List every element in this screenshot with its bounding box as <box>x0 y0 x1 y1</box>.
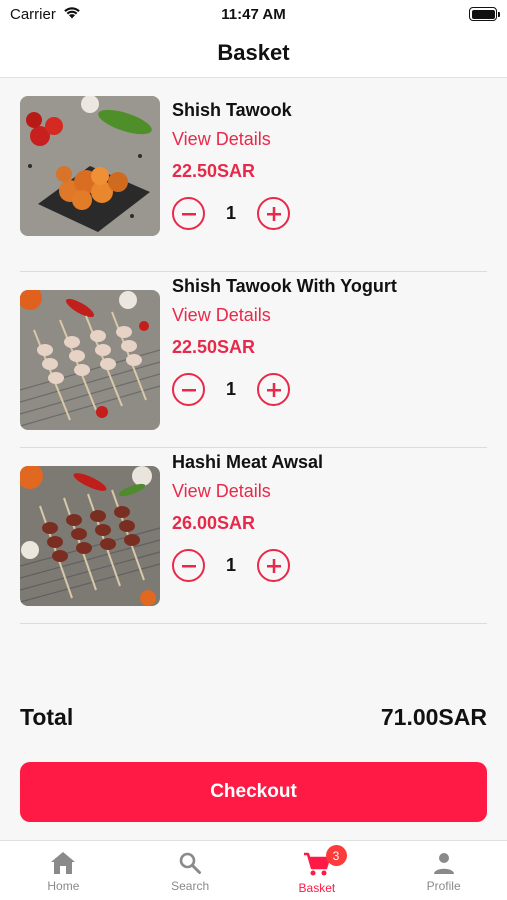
wifi-icon <box>62 5 82 23</box>
quantity-stepper: 1 <box>172 197 290 230</box>
total-row: Total 71.00SAR <box>20 704 487 731</box>
basket-item: Shish Tawook With Yogurt View Details 22… <box>20 272 487 448</box>
home-icon <box>51 852 76 874</box>
status-left: Carrier <box>10 5 82 23</box>
increase-button[interactable] <box>257 373 290 406</box>
tab-search[interactable]: Search <box>127 841 254 900</box>
decrease-button[interactable] <box>172 197 205 230</box>
item-image[interactable] <box>20 466 160 606</box>
basket-item: Hashi Meat Awsal View Details 26.00SAR 1 <box>20 448 487 624</box>
quantity-value: 1 <box>225 379 236 399</box>
total-value: 71.00SAR <box>380 704 487 730</box>
decrease-button[interactable] <box>172 373 205 406</box>
item-name: Shish Tawook With Yogurt <box>172 276 397 296</box>
decrease-button[interactable] <box>172 549 205 582</box>
header: Basket <box>0 28 507 78</box>
item-name: Shish Tawook <box>172 100 292 120</box>
cart-count-badge: 3 <box>325 845 347 866</box>
basket-list: Shish Tawook View Details 22.50SAR 1 Shi… <box>20 96 487 624</box>
tab-label: Basket <box>298 881 336 895</box>
minus-icon <box>181 212 196 215</box>
basket-item: Shish Tawook View Details 22.50SAR 1 <box>20 96 487 272</box>
item-image[interactable] <box>20 96 160 236</box>
status-bar: Carrier 11:47 AM <box>0 0 507 28</box>
item-price: 26.00SAR <box>172 513 256 533</box>
profile-icon <box>433 853 454 874</box>
page-title: Basket <box>217 39 290 65</box>
battery-icon <box>469 7 500 21</box>
quantity-stepper: 1 <box>172 549 290 582</box>
checkout-button[interactable]: Checkout <box>20 762 487 822</box>
item-name: Hashi Meat Awsal <box>172 452 324 472</box>
quantity-stepper: 1 <box>172 373 290 406</box>
plus-icon <box>266 558 281 573</box>
tab-profile[interactable]: Profile <box>380 841 507 900</box>
quantity-value: 1 <box>225 203 236 223</box>
item-image[interactable] <box>20 290 160 430</box>
view-details-link[interactable]: View Details <box>172 129 271 150</box>
total-label: Total <box>20 704 74 730</box>
increase-button[interactable] <box>257 549 290 582</box>
tab-home[interactable]: Home <box>0 841 127 900</box>
tab-bar: Home Search 3 Basket Profile <box>0 840 507 900</box>
tab-basket[interactable]: 3 Basket <box>254 841 381 900</box>
view-details-link[interactable]: View Details <box>172 305 271 326</box>
carrier-label: Carrier <box>10 5 56 23</box>
plus-icon <box>266 206 281 221</box>
search-icon <box>179 852 202 874</box>
tab-label: Search <box>171 879 210 893</box>
view-details-link[interactable]: View Details <box>172 481 271 502</box>
tab-label: Profile <box>426 879 461 893</box>
minus-icon <box>181 388 196 391</box>
plus-icon <box>266 382 281 397</box>
quantity-value: 1 <box>225 555 236 575</box>
increase-button[interactable] <box>257 197 290 230</box>
tab-label: Home <box>47 879 80 893</box>
item-price: 22.50SAR <box>172 337 256 357</box>
minus-icon <box>181 564 196 567</box>
item-price: 22.50SAR <box>172 161 256 181</box>
